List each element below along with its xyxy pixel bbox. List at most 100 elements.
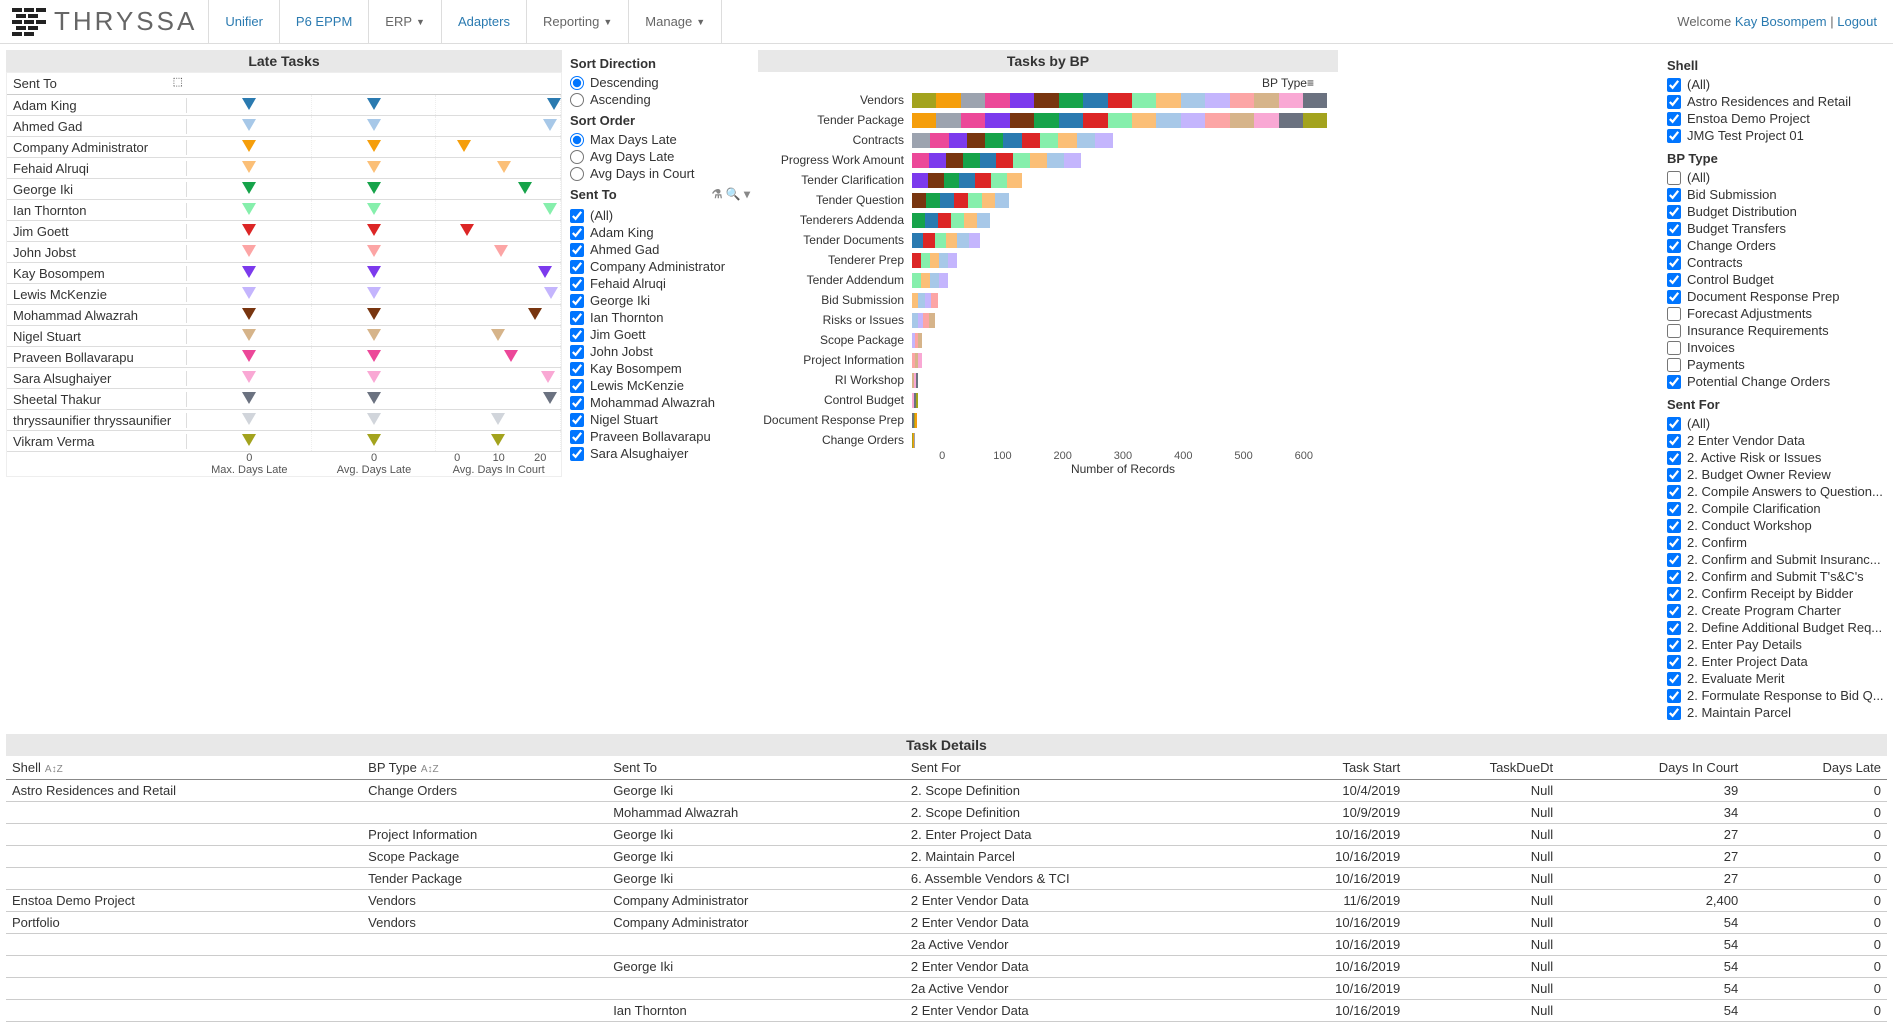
- check-2-confirm-and-submit-t-s-c-s[interactable]: 2. Confirm and Submit T's&C's: [1667, 569, 1887, 584]
- check-2-formulate-response-to-bid-q-[interactable]: 2. Formulate Response to Bid Q...: [1667, 688, 1887, 703]
- late-tasks-header[interactable]: Sent To⬚: [7, 73, 187, 94]
- check-2-create-program-charter[interactable]: 2. Create Program Charter: [1667, 603, 1887, 618]
- bar-row[interactable]: Tender Clarification: [762, 170, 1334, 190]
- check-change-orders[interactable]: Change Orders: [1667, 238, 1887, 253]
- check-nigel-stuart[interactable]: Nigel Stuart: [570, 412, 750, 427]
- bar-row[interactable]: Document Response Prep: [762, 410, 1334, 430]
- check-bid-submission[interactable]: Bid Submission: [1667, 187, 1887, 202]
- bar-row[interactable]: Scope Package: [762, 330, 1334, 350]
- check--all-[interactable]: (All): [1667, 416, 1887, 431]
- col-task-start[interactable]: Task Start: [1250, 756, 1406, 780]
- table-row[interactable]: 2a Active Vendor10/16/2019Null540: [6, 934, 1887, 956]
- check-payments[interactable]: Payments: [1667, 357, 1887, 372]
- check-forecast-adjustments[interactable]: Forecast Adjustments: [1667, 306, 1887, 321]
- table-row[interactable]: PortfolioVendorsCompany Administrator2 E…: [6, 912, 1887, 934]
- late-task-row[interactable]: Jim Goett: [7, 221, 561, 242]
- late-task-row[interactable]: Adam King: [7, 95, 561, 116]
- radio-avg-days-late[interactable]: Avg Days Late: [570, 149, 750, 164]
- bar-row[interactable]: Contracts: [762, 130, 1334, 150]
- bar-row[interactable]: Progress Work Amount: [762, 150, 1334, 170]
- bar-row[interactable]: Tender Addendum: [762, 270, 1334, 290]
- radio-ascending[interactable]: Ascending: [570, 92, 750, 107]
- late-task-row[interactable]: Company Administrator: [7, 137, 561, 158]
- check-2-define-additional-budget-req-[interactable]: 2. Define Additional Budget Req...: [1667, 620, 1887, 635]
- check-document-response-prep[interactable]: Document Response Prep: [1667, 289, 1887, 304]
- check-kay-bosompem[interactable]: Kay Bosompem: [570, 361, 750, 376]
- late-task-row[interactable]: Fehaid Alruqi: [7, 158, 561, 179]
- table-row[interactable]: Scope PackageGeorge Iki2. Maintain Parce…: [6, 846, 1887, 868]
- nav-reporting[interactable]: Reporting▼: [526, 0, 629, 43]
- bar-row[interactable]: Tenderer Prep: [762, 250, 1334, 270]
- check-potential-change-orders[interactable]: Potential Change Orders: [1667, 374, 1887, 389]
- radio-avg-days-in-court[interactable]: Avg Days in Court: [570, 166, 750, 181]
- check-fehaid-alruqi[interactable]: Fehaid Alruqi: [570, 276, 750, 291]
- bar-row[interactable]: Bid Submission: [762, 290, 1334, 310]
- check-2-enter-vendor-data[interactable]: 2 Enter Vendor Data: [1667, 433, 1887, 448]
- check-jmg-test-project-01[interactable]: JMG Test Project 01: [1667, 128, 1887, 143]
- check--all-[interactable]: (All): [1667, 77, 1887, 92]
- sort-icon[interactable]: A↕Z: [421, 764, 439, 775]
- check-budget-distribution[interactable]: Budget Distribution: [1667, 204, 1887, 219]
- table-row[interactable]: George Iki2 Enter Vendor Data10/16/2019N…: [6, 956, 1887, 978]
- nav-manage[interactable]: Manage▼: [628, 0, 722, 43]
- late-task-row[interactable]: Nigel Stuart: [7, 326, 561, 347]
- late-task-row[interactable]: Ian Thornton: [7, 200, 561, 221]
- table-row[interactable]: 2a Active Vendor10/16/2019Null540: [6, 978, 1887, 1000]
- filter-icons[interactable]: ⚗ 🔍 ▾: [712, 187, 750, 201]
- late-task-row[interactable]: Sara Alsughaiyer: [7, 368, 561, 389]
- bar-row[interactable]: Change Orders: [762, 430, 1334, 450]
- late-task-row[interactable]: thryssaunifier thryssaunifier: [7, 410, 561, 431]
- late-task-row[interactable]: George Iki: [7, 179, 561, 200]
- late-task-row[interactable]: Kay Bosompem: [7, 263, 561, 284]
- check-astro-residences-and-retail[interactable]: Astro Residences and Retail: [1667, 94, 1887, 109]
- check-2-budget-owner-review[interactable]: 2. Budget Owner Review: [1667, 467, 1887, 482]
- late-task-row[interactable]: Lewis McKenzie: [7, 284, 561, 305]
- bar-row[interactable]: Tender Package: [762, 110, 1334, 130]
- check-invoices[interactable]: Invoices: [1667, 340, 1887, 355]
- check-2-compile-clarification[interactable]: 2. Compile Clarification: [1667, 501, 1887, 516]
- check-2-confirm-and-submit-insuranc-[interactable]: 2. Confirm and Submit Insuranc...: [1667, 552, 1887, 567]
- late-task-row[interactable]: Sheetal Thakur: [7, 389, 561, 410]
- radio-descending[interactable]: Descending: [570, 75, 750, 90]
- nav-unifier[interactable]: Unifier: [208, 0, 280, 43]
- logout-link[interactable]: Logout: [1837, 14, 1877, 29]
- sort-icon[interactable]: A↕Z: [45, 764, 63, 775]
- late-task-row[interactable]: Mohammad Alwazrah: [7, 305, 561, 326]
- check-lewis-mckenzie[interactable]: Lewis McKenzie: [570, 378, 750, 393]
- check-2-active-risk-or-issues[interactable]: 2. Active Risk or Issues: [1667, 450, 1887, 465]
- col-days-in-court[interactable]: Days In Court: [1559, 756, 1744, 780]
- bar-row[interactable]: Project Information: [762, 350, 1334, 370]
- radio-max-days-late[interactable]: Max Days Late: [570, 132, 750, 147]
- col-sent-for[interactable]: Sent For: [905, 756, 1250, 780]
- check-contracts[interactable]: Contracts: [1667, 255, 1887, 270]
- check-budget-transfers[interactable]: Budget Transfers: [1667, 221, 1887, 236]
- check-2-confirm-receipt-by-bidder[interactable]: 2. Confirm Receipt by Bidder: [1667, 586, 1887, 601]
- check-2-enter-project-data[interactable]: 2. Enter Project Data: [1667, 654, 1887, 669]
- late-task-row[interactable]: Praveen Bollavarapu: [7, 347, 561, 368]
- late-task-row[interactable]: John Jobst: [7, 242, 561, 263]
- late-task-row[interactable]: Ahmed Gad: [7, 116, 561, 137]
- user-link[interactable]: Kay Bosompem: [1735, 14, 1827, 29]
- check-2-confirm[interactable]: 2. Confirm: [1667, 535, 1887, 550]
- check-enstoa-demo-project[interactable]: Enstoa Demo Project: [1667, 111, 1887, 126]
- check-jim-goett[interactable]: Jim Goett: [570, 327, 750, 342]
- check-mohammad-alwazrah[interactable]: Mohammad Alwazrah: [570, 395, 750, 410]
- check--all-[interactable]: (All): [570, 208, 750, 223]
- check-sara-alsughaiyer[interactable]: Sara Alsughaiyer: [570, 446, 750, 461]
- nav-adapters[interactable]: Adapters: [441, 0, 527, 43]
- check-2-conduct-workshop[interactable]: 2. Conduct Workshop: [1667, 518, 1887, 533]
- table-row[interactable]: Ian Thornton2 Enter Vendor Data10/16/201…: [6, 1000, 1887, 1022]
- check-ahmed-gad[interactable]: Ahmed Gad: [570, 242, 750, 257]
- col-days-late[interactable]: Days Late: [1744, 756, 1887, 780]
- check-2-maintain-parcel[interactable]: 2. Maintain Parcel: [1667, 705, 1887, 720]
- check-2-evaluate-merit[interactable]: 2. Evaluate Merit: [1667, 671, 1887, 686]
- bar-row[interactable]: RI Workshop: [762, 370, 1334, 390]
- check-insurance-requirements[interactable]: Insurance Requirements: [1667, 323, 1887, 338]
- check-praveen-bollavarapu[interactable]: Praveen Bollavarapu: [570, 429, 750, 444]
- check-george-iki[interactable]: George Iki: [570, 293, 750, 308]
- table-row[interactable]: Mohammad Alwazrah2. Scope Definition10/9…: [6, 802, 1887, 824]
- check-2-compile-answers-to-question-[interactable]: 2. Compile Answers to Question...: [1667, 484, 1887, 499]
- table-row[interactable]: Enstoa Demo ProjectVendorsCompany Admini…: [6, 890, 1887, 912]
- col-taskduedt[interactable]: TaskDueDt: [1406, 756, 1559, 780]
- check-control-budget[interactable]: Control Budget: [1667, 272, 1887, 287]
